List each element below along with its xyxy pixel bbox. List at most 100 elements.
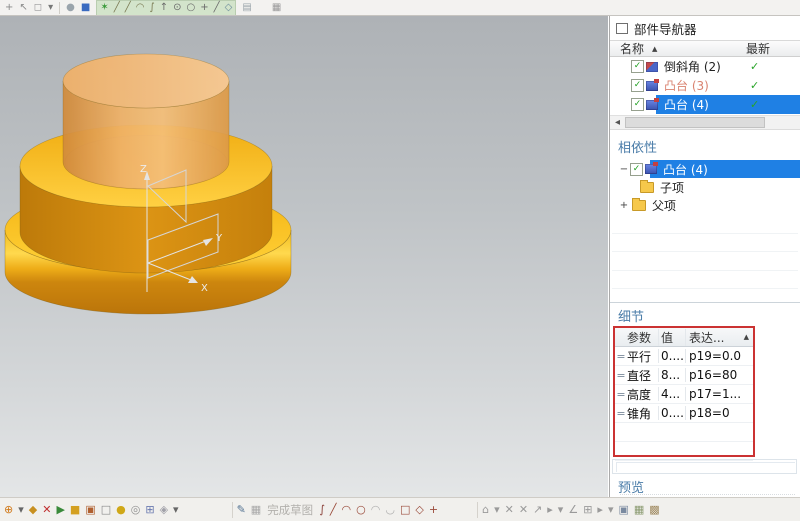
- block-icon[interactable]: □: [101, 503, 111, 517]
- parameter-value[interactable]: 0....: [658, 349, 685, 363]
- snap-plus-icon[interactable]: +: [200, 2, 208, 14]
- parameter-name[interactable]: 高度: [627, 386, 658, 403]
- parameter-row[interactable]: = 直径 8... p16=80: [615, 366, 753, 385]
- parameter-row[interactable]: = 锥角 0.... p18=0: [615, 404, 753, 423]
- navigator-column-header[interactable]: 名称 ▲ 最新: [610, 40, 800, 57]
- snap-quad-icon[interactable]: ◇: [225, 2, 233, 14]
- line-icon[interactable]: ╱: [330, 503, 337, 517]
- parameter-expression[interactable]: p19=0.0: [685, 349, 753, 363]
- column-parameter[interactable]: 参数: [627, 329, 658, 346]
- feature-label[interactable]: 凸台 (3): [661, 76, 712, 95]
- dependency-children-row[interactable]: 子项: [610, 178, 800, 196]
- add-icon[interactable]: +: [5, 2, 13, 14]
- details-header-row[interactable]: 参数 值 表达... ▲: [615, 328, 753, 347]
- parameter-name[interactable]: 锥角: [627, 405, 658, 422]
- pattern2-icon[interactable]: ▣: [618, 503, 628, 517]
- dropdown-icon[interactable]: ▾: [18, 503, 24, 517]
- parameter-value[interactable]: 8...: [658, 368, 685, 382]
- feature-row-boss3[interactable]: ✓ 凸台 (3) ✓: [610, 76, 800, 95]
- sort-ascending-icon[interactable]: ▲: [652, 45, 657, 53]
- snap-point-icon[interactable]: ✶: [100, 2, 108, 14]
- selection-rect-icon[interactable]: ◻: [34, 2, 42, 14]
- scroll-left-button[interactable]: ◂: [610, 116, 625, 129]
- horizontal-scrollbar[interactable]: ◂: [610, 115, 800, 130]
- new-sketch-icon[interactable]: ✎: [237, 503, 246, 517]
- parents-label[interactable]: 父项: [649, 196, 679, 215]
- select-cursor-icon[interactable]: ↖: [19, 2, 27, 14]
- dimension-icon[interactable]: ▸: [597, 503, 603, 517]
- extrude-icon[interactable]: ⊕: [4, 503, 13, 517]
- snap-spline-icon[interactable]: ∫: [150, 2, 155, 14]
- link-icon[interactable]: ●: [116, 503, 126, 517]
- feature-row-boss4-selected[interactable]: ✓ 凸台 (4) ✓: [610, 95, 800, 114]
- checkbox-icon[interactable]: ✓: [630, 163, 643, 176]
- arrow-icon[interactable]: ↗: [533, 503, 542, 517]
- arc2-icon[interactable]: ◡: [385, 503, 395, 517]
- snap-arc-icon[interactable]: ◠: [136, 2, 145, 14]
- datum-plane-icon[interactable]: ▶: [56, 503, 64, 517]
- expand-icon[interactable]: +: [618, 200, 630, 211]
- dependency-parents-row[interactable]: + 父项: [610, 196, 800, 214]
- roller-icon[interactable]: ◎: [131, 503, 141, 517]
- column-name[interactable]: 名称: [620, 40, 644, 57]
- parameter-value[interactable]: 0....: [658, 406, 685, 420]
- feature-label[interactable]: 凸台 (4): [661, 95, 712, 114]
- datum-icon[interactable]: ◆: [29, 503, 37, 517]
- arc-icon[interactable]: ◠: [342, 503, 352, 517]
- parameter-expression[interactable]: p16=80: [685, 368, 753, 382]
- collapse-icon[interactable]: −: [618, 164, 630, 175]
- dependency-root-label[interactable]: 凸台 (4): [660, 160, 711, 179]
- checkbox-icon[interactable]: ✓: [631, 79, 644, 92]
- snap-circle-icon[interactable]: ○: [187, 2, 196, 14]
- sort-ascending-icon[interactable]: ▲: [744, 333, 749, 341]
- dropdown-icon[interactable]: ▾: [173, 503, 179, 517]
- boxes-icon[interactable]: ◈: [160, 503, 168, 517]
- dependency-root-row[interactable]: − ✓ 凸台 (4): [610, 160, 800, 178]
- dropdown-icon[interactable]: ▾: [48, 2, 53, 14]
- checkbox-icon[interactable]: ✓: [631, 60, 644, 73]
- fillet-icon[interactable]: ◠: [371, 503, 381, 517]
- feature-label[interactable]: 倒斜角 (2): [661, 57, 724, 76]
- angle-icon[interactable]: ∠: [568, 503, 578, 517]
- spline-icon[interactable]: ∫: [319, 503, 325, 517]
- assembly-icon[interactable]: ■: [70, 503, 80, 517]
- polygon-icon[interactable]: ◇: [415, 503, 423, 517]
- point-icon[interactable]: +: [429, 503, 438, 517]
- children-label[interactable]: 子项: [657, 178, 687, 197]
- parameter-value[interactable]: 4...: [658, 387, 685, 401]
- cube-icon[interactable]: ■: [81, 2, 90, 14]
- parameter-name[interactable]: 直径: [627, 367, 658, 384]
- finish-sketch-button[interactable]: 完成草图: [267, 502, 313, 518]
- 3d-viewport[interactable]: Z Y X: [0, 16, 608, 497]
- more-icon[interactable]: ▩: [649, 503, 659, 517]
- column-value[interactable]: 值: [658, 329, 685, 346]
- measure-icon[interactable]: ▸: [547, 503, 553, 517]
- circle-icon[interactable]: ○: [356, 503, 366, 517]
- sketch-grid-icon[interactable]: ▦: [251, 503, 261, 517]
- parameter-name[interactable]: 平行: [627, 348, 658, 365]
- grid-view-icon[interactable]: ▦: [272, 2, 281, 14]
- dropdown-icon[interactable]: ▾: [494, 503, 500, 517]
- trim-icon[interactable]: ✕: [505, 503, 514, 517]
- extend-icon[interactable]: ✕: [519, 503, 528, 517]
- snap-midpoint-icon[interactable]: ╱: [125, 2, 131, 14]
- parameter-expression[interactable]: p17=1...: [685, 387, 753, 401]
- snap-slash-icon[interactable]: ╱: [214, 2, 220, 14]
- snap-pole-icon[interactable]: ↑: [160, 2, 168, 14]
- home-icon[interactable]: ⌂: [482, 503, 489, 517]
- rectangle-icon[interactable]: □: [400, 503, 410, 517]
- sphere-icon[interactable]: ●: [66, 2, 75, 14]
- dropdown-icon[interactable]: ▾: [558, 503, 564, 517]
- column-status[interactable]: 最新: [746, 40, 770, 57]
- snap-center-icon[interactable]: ⊙: [173, 2, 181, 14]
- feature-row-chamfer[interactable]: ✓ 倒斜角 (2) ✓: [610, 57, 800, 76]
- unite-icon[interactable]: ✕: [42, 503, 51, 517]
- scrollbar-thumb[interactable]: [625, 117, 765, 128]
- pattern-icon[interactable]: ▣: [85, 503, 95, 517]
- dropdown-icon[interactable]: ▾: [608, 503, 614, 517]
- column-expression[interactable]: 表达...: [685, 329, 740, 346]
- parameter-row[interactable]: = 平行 0.... p19=0.0: [615, 347, 753, 366]
- group-icon[interactable]: ▦: [634, 503, 644, 517]
- shaded-view-icon[interactable]: ▤: [242, 2, 251, 14]
- grid-icon[interactable]: ⊞: [583, 503, 592, 517]
